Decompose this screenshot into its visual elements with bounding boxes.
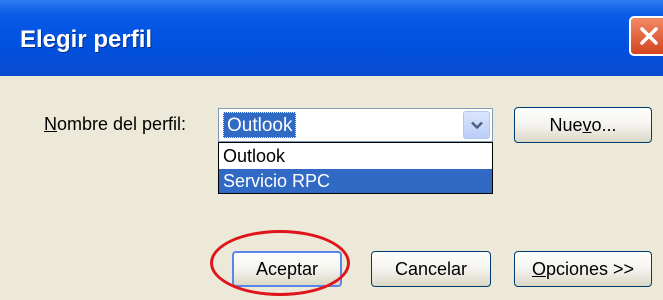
highlight-circle xyxy=(210,230,350,296)
close-button[interactable] xyxy=(629,16,663,56)
choose-profile-dialog: Elegir perfil Nombre del perfil: Outlook… xyxy=(0,0,663,300)
dropdown-option[interactable]: Outlook xyxy=(219,144,492,168)
profile-name-label: Nombre del perfil: xyxy=(44,114,186,135)
chevron-down-icon xyxy=(471,121,483,130)
close-icon xyxy=(640,27,658,45)
options-label: pciones >> xyxy=(545,259,635,279)
cancel-button[interactable]: Cancelar xyxy=(371,251,491,287)
dropdown-button[interactable] xyxy=(463,111,490,139)
window-title: Elegir perfil xyxy=(20,26,153,53)
label-mnemonic: N xyxy=(44,114,57,134)
new-label-a: Nue xyxy=(549,115,583,135)
label-text: ombre del perfil: xyxy=(57,114,187,134)
profile-combobox[interactable]: Outlook xyxy=(218,108,493,142)
new-label-b: o... xyxy=(591,115,617,135)
options-mnemonic: O xyxy=(531,259,546,279)
title-bar[interactable]: Elegir perfil xyxy=(0,0,663,76)
dialog-body: Nombre del perfil: Outlook Outlook Servi… xyxy=(0,76,663,300)
dropdown-option[interactable]: Servicio RPC xyxy=(219,169,492,193)
options-button[interactable]: Opciones >> xyxy=(514,251,652,287)
profile-dropdown-list: Outlook Servicio RPC xyxy=(218,142,493,194)
combobox-selected-value[interactable]: Outlook xyxy=(223,112,297,138)
new-mnemonic: v xyxy=(582,115,592,135)
new-profile-button[interactable]: Nuevo... xyxy=(514,107,652,143)
